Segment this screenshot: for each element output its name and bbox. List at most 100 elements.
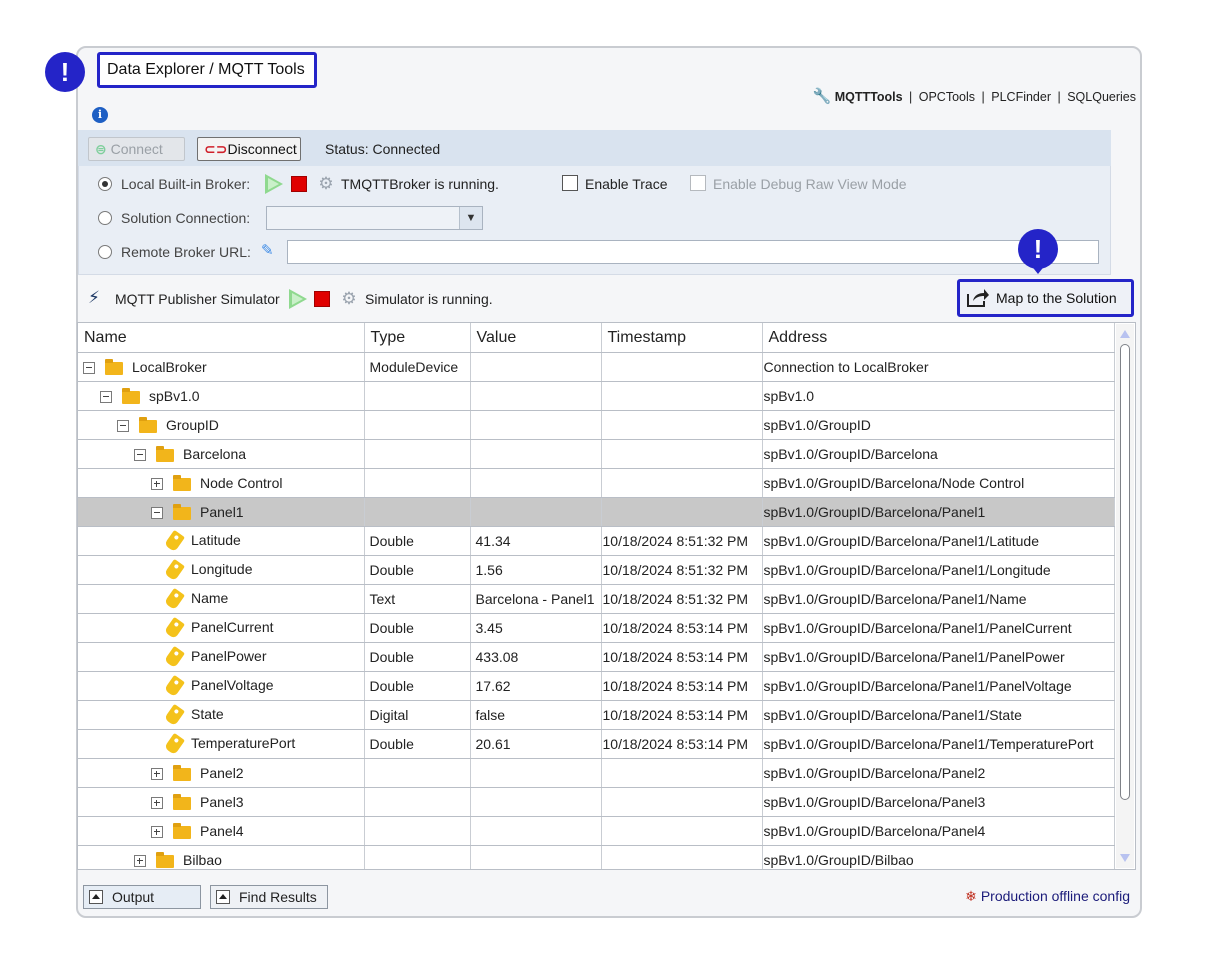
link-icon: ⊜ [95, 141, 107, 157]
collapse-icon[interactable] [134, 449, 146, 462]
cell-type: Double [364, 642, 471, 672]
cell-name: PanelPower [78, 642, 365, 672]
scrollbar-thumb[interactable] [1120, 344, 1130, 800]
connect-button[interactable]: ⊜ Connect [88, 137, 185, 161]
folder-icon [173, 822, 191, 839]
cell-name-text: Panel1 [200, 504, 244, 520]
cell-type [364, 468, 471, 498]
table-row[interactable]: Name Text Barcelona - Panel1 10/18/2024 8:5… [78, 584, 1115, 614]
simulator-stop-icon[interactable] [314, 291, 330, 307]
map-to-solution-button[interactable]: Map to the Solution [957, 279, 1134, 317]
expand-icon[interactable] [151, 768, 163, 781]
tag-table: Name Type Value Timestamp Address LocalB… [78, 323, 1115, 869]
cell-name-text: spBv1.0 [149, 388, 200, 404]
cell-timestamp: 10/18/2024 8:53:14 PM [601, 729, 763, 759]
cell-name: Barcelona [78, 439, 365, 469]
cell-address: spBv1.0/GroupID/Barcelona/Panel1 [762, 497, 1115, 527]
chevron-down-icon[interactable]: ▼ [459, 207, 482, 229]
expand-icon[interactable] [151, 826, 163, 839]
table-row[interactable]: PanelVoltage Double 17.62 10/18/2024 8:53:1… [78, 671, 1115, 701]
cell-name-text: Latitude [191, 531, 241, 548]
cell-value [470, 845, 602, 869]
remote-broker-radio[interactable] [98, 245, 112, 259]
table-row[interactable]: LocalBroker ModuleDevice Connection to Loc… [78, 352, 1115, 382]
cell-address: spBv1.0/GroupID/Barcelona/Panel1/Tempera… [762, 729, 1115, 759]
expand-icon[interactable] [151, 797, 163, 810]
table-row[interactable]: TemperaturePort Double 20.61 10/18/2024 8:5… [78, 729, 1115, 759]
wrench-icon: 🔧 [812, 88, 832, 105]
scroll-down-icon[interactable] [1120, 854, 1130, 862]
table-row[interactable]: Barcelona spBv1.0/GroupID/Barcelona [78, 439, 1115, 469]
table-row[interactable]: Panel2 spBv1.0/GroupID/Barcelona/Panel2 [78, 758, 1115, 788]
column-header-type[interactable]: Type [364, 323, 471, 353]
cell-name: Panel4 [78, 816, 365, 846]
find-results-pane-button[interactable]: Find Results [210, 885, 328, 909]
cell-name: Bilbao [78, 845, 365, 869]
cell-name: TemperaturePort [78, 729, 365, 759]
simulator-label: MQTT Publisher Simulator [115, 291, 280, 307]
tools-nav-opctools[interactable]: OPCTools [919, 90, 975, 104]
edit-icon[interactable]: ✎ [261, 243, 277, 259]
vertical-scrollbar[interactable] [1116, 324, 1134, 868]
cell-type [364, 439, 471, 469]
collapse-icon[interactable] [83, 362, 95, 375]
find-results-label: Find Results [239, 889, 317, 905]
disconnect-button[interactable]: ⊂⊃Disconnect [197, 137, 301, 161]
debug-raw-checkbox[interactable] [690, 175, 706, 191]
table-row[interactable]: spBv1.0 spBv1.0 [78, 381, 1115, 411]
broker-stop-icon[interactable] [291, 176, 307, 192]
table-row[interactable]: PanelPower Double 433.08 10/18/2024 8:53:14… [78, 642, 1115, 672]
table-row[interactable]: GroupID spBv1.0/GroupID [78, 410, 1115, 440]
cell-timestamp [601, 787, 763, 817]
table-row[interactable]: Node Control spBv1.0/GroupID/Barcelona/No… [78, 468, 1115, 498]
broker-start-icon[interactable] [265, 174, 283, 194]
cell-type: ModuleDevice [364, 352, 471, 382]
cell-name: LocalBroker [78, 352, 365, 382]
expand-icon[interactable] [151, 478, 163, 491]
cell-name-text: Name [191, 589, 229, 606]
local-broker-radio[interactable] [98, 177, 112, 191]
folder-icon [173, 793, 191, 810]
tools-nav-plcfinder[interactable]: PLCFinder [991, 90, 1051, 104]
production-status[interactable]: ❄ Production offline config [965, 888, 1130, 905]
folder-icon [173, 474, 191, 491]
expand-icon[interactable] [134, 855, 146, 868]
nav-separator: | [1057, 90, 1061, 104]
table-row[interactable]: State Digital false 10/18/2024 8:53:14 PM sp… [78, 700, 1115, 730]
tools-nav-sqlqueries[interactable]: SQLQueries [1067, 90, 1136, 104]
cell-name-text: Panel4 [200, 823, 244, 839]
simulator-start-icon[interactable] [289, 289, 307, 309]
table-row[interactable]: PanelCurrent Double 3.45 10/18/2024 8:53:14… [78, 613, 1115, 643]
broker-status: TMQTTBroker is running. [341, 176, 499, 192]
enable-trace-checkbox[interactable] [562, 175, 578, 191]
cell-timestamp [601, 468, 763, 498]
column-header-address[interactable]: Address [762, 323, 1115, 353]
table-row[interactable]: Bilbao spBv1.0/GroupID/Bilbao [78, 845, 1115, 869]
table-row[interactable]: Panel4 spBv1.0/GroupID/Barcelona/Panel4 [78, 816, 1115, 846]
collapse-icon[interactable] [151, 507, 163, 520]
solution-connection-radio[interactable] [98, 211, 112, 225]
column-header-timestamp[interactable]: Timestamp [601, 323, 763, 353]
folder-icon [139, 416, 157, 433]
table-row[interactable]: Panel3 spBv1.0/GroupID/Barcelona/Panel3 [78, 787, 1115, 817]
column-header-value[interactable]: Value [470, 323, 602, 353]
table-row[interactable]: Latitude Double 41.34 10/18/2024 8:51:32 PM… [78, 526, 1115, 556]
table-row[interactable]: Longitude Double 1.56 10/18/2024 8:51:32 PM… [78, 555, 1115, 585]
production-status-label: Production offline config [980, 888, 1130, 904]
remote-broker-url-input[interactable] [287, 240, 1099, 264]
table-row[interactable]: Panel1 spBv1.0/GroupID/Barcelona/Panel1 [78, 497, 1115, 527]
info-icon[interactable]: i [92, 107, 108, 123]
collapse-icon[interactable] [117, 420, 129, 433]
scroll-up-icon[interactable] [1120, 330, 1130, 338]
cell-type [364, 787, 471, 817]
folder-icon [156, 851, 174, 868]
solution-connection-select[interactable]: ▼ [266, 206, 483, 230]
expand-up-icon [216, 890, 230, 904]
column-header-name[interactable]: Name [78, 323, 365, 353]
cell-name: GroupID [78, 410, 365, 440]
simulator-icon: ⚡ [88, 288, 100, 307]
tools-nav-mqtttools[interactable]: MQTTTools [835, 90, 903, 104]
solution-connection-label: Solution Connection: [121, 210, 251, 226]
collapse-icon[interactable] [100, 391, 112, 404]
output-pane-button[interactable]: Output [83, 885, 201, 909]
